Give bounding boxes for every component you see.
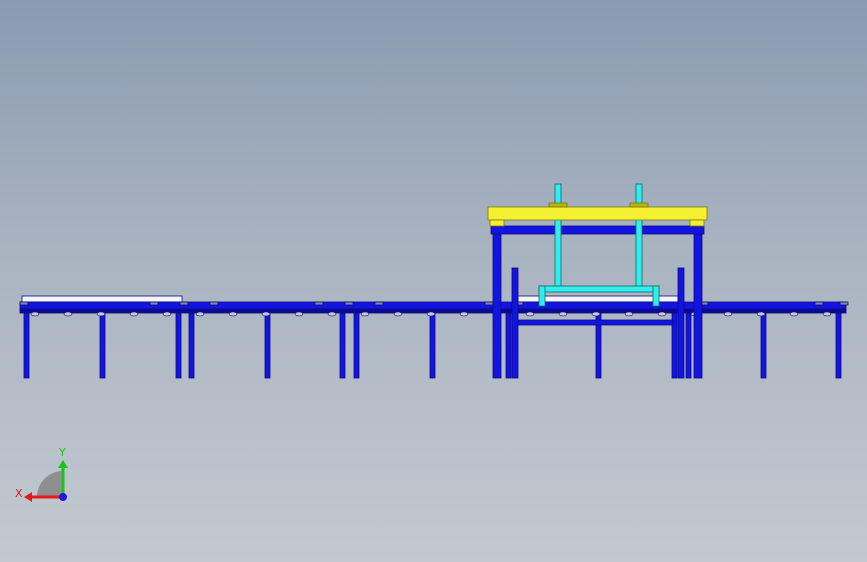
rail-notch	[149, 301, 159, 306]
conveyor-leg	[685, 305, 692, 379]
rail-notch	[484, 301, 494, 306]
gantry-inner-rail	[517, 319, 674, 326]
roller	[261, 311, 271, 317]
roller	[129, 311, 139, 317]
conveyor-leg	[99, 305, 106, 379]
conveyor-leg	[175, 305, 182, 379]
cad-viewport[interactable]: X Y	[0, 0, 867, 562]
gantry-inner-post-right	[677, 267, 685, 379]
roller	[426, 311, 436, 317]
gantry-post-left	[492, 227, 502, 379]
roller	[393, 311, 403, 317]
roller	[657, 311, 667, 317]
lift-foot-left	[538, 285, 546, 307]
gantry-inner-post-left	[511, 267, 519, 379]
yellow-beam-pad-left	[489, 219, 505, 227]
roller	[162, 311, 172, 317]
gantry-beam	[487, 202, 708, 227]
roller	[723, 311, 733, 317]
conveyor-leg	[835, 305, 842, 379]
roller	[327, 311, 337, 317]
lift-mechanism	[538, 183, 660, 307]
triad-y-arrow-icon	[58, 460, 68, 468]
rail-notch	[374, 301, 384, 306]
conveyor-leg	[671, 305, 678, 379]
lift-foot-right	[652, 285, 660, 307]
triad-z-dot	[59, 493, 67, 501]
roller	[756, 311, 766, 317]
conveyor-leg	[23, 305, 30, 379]
conveyor-leg	[353, 305, 360, 379]
roller	[624, 311, 634, 317]
triad-x-arrow-icon	[24, 492, 32, 502]
roller	[525, 311, 535, 317]
rod-clamp-right	[629, 202, 649, 208]
roller	[591, 311, 601, 317]
roller-conveyor	[19, 295, 849, 379]
roller	[63, 311, 73, 317]
roller	[195, 311, 205, 317]
triad-y-label: Y	[58, 446, 66, 459]
roller	[558, 311, 568, 317]
conveyor-leg	[264, 305, 271, 379]
rail-notch	[344, 301, 354, 306]
yellow-beam-pad-right	[689, 219, 705, 227]
triad-quadrant	[37, 471, 63, 497]
rod-clamp-left	[548, 202, 568, 208]
roller	[228, 311, 238, 317]
triad-x-label: X	[15, 487, 23, 500]
yellow-beam-top	[487, 206, 708, 221]
coordinate-triad: X Y	[15, 446, 68, 502]
rail-notch	[314, 301, 324, 306]
conveyor-legs	[23, 305, 842, 379]
roller	[459, 311, 469, 317]
left-tray	[21, 295, 183, 303]
conveyor-leg	[188, 305, 195, 379]
roller	[294, 311, 304, 317]
roller	[96, 311, 106, 317]
conveyor-leg	[429, 305, 436, 379]
rail-notch	[839, 301, 849, 306]
roller	[822, 311, 832, 317]
lift-crossbar	[538, 285, 660, 293]
conveyor-leg	[760, 305, 767, 379]
gantry-post-right	[693, 227, 703, 379]
lift-rod-left	[554, 183, 562, 291]
roller	[789, 311, 799, 317]
rail-notch	[209, 301, 219, 306]
roller	[30, 311, 40, 317]
conveyor-leg	[339, 305, 346, 379]
lift-rod-right	[635, 183, 643, 291]
gantry-crossbar	[490, 225, 705, 235]
roller	[360, 311, 370, 317]
rail-notch	[19, 301, 29, 306]
rail-notch	[814, 301, 824, 306]
conveyor-leg	[505, 305, 512, 379]
conveyor-leg	[595, 305, 602, 379]
rail-notch	[179, 301, 189, 306]
